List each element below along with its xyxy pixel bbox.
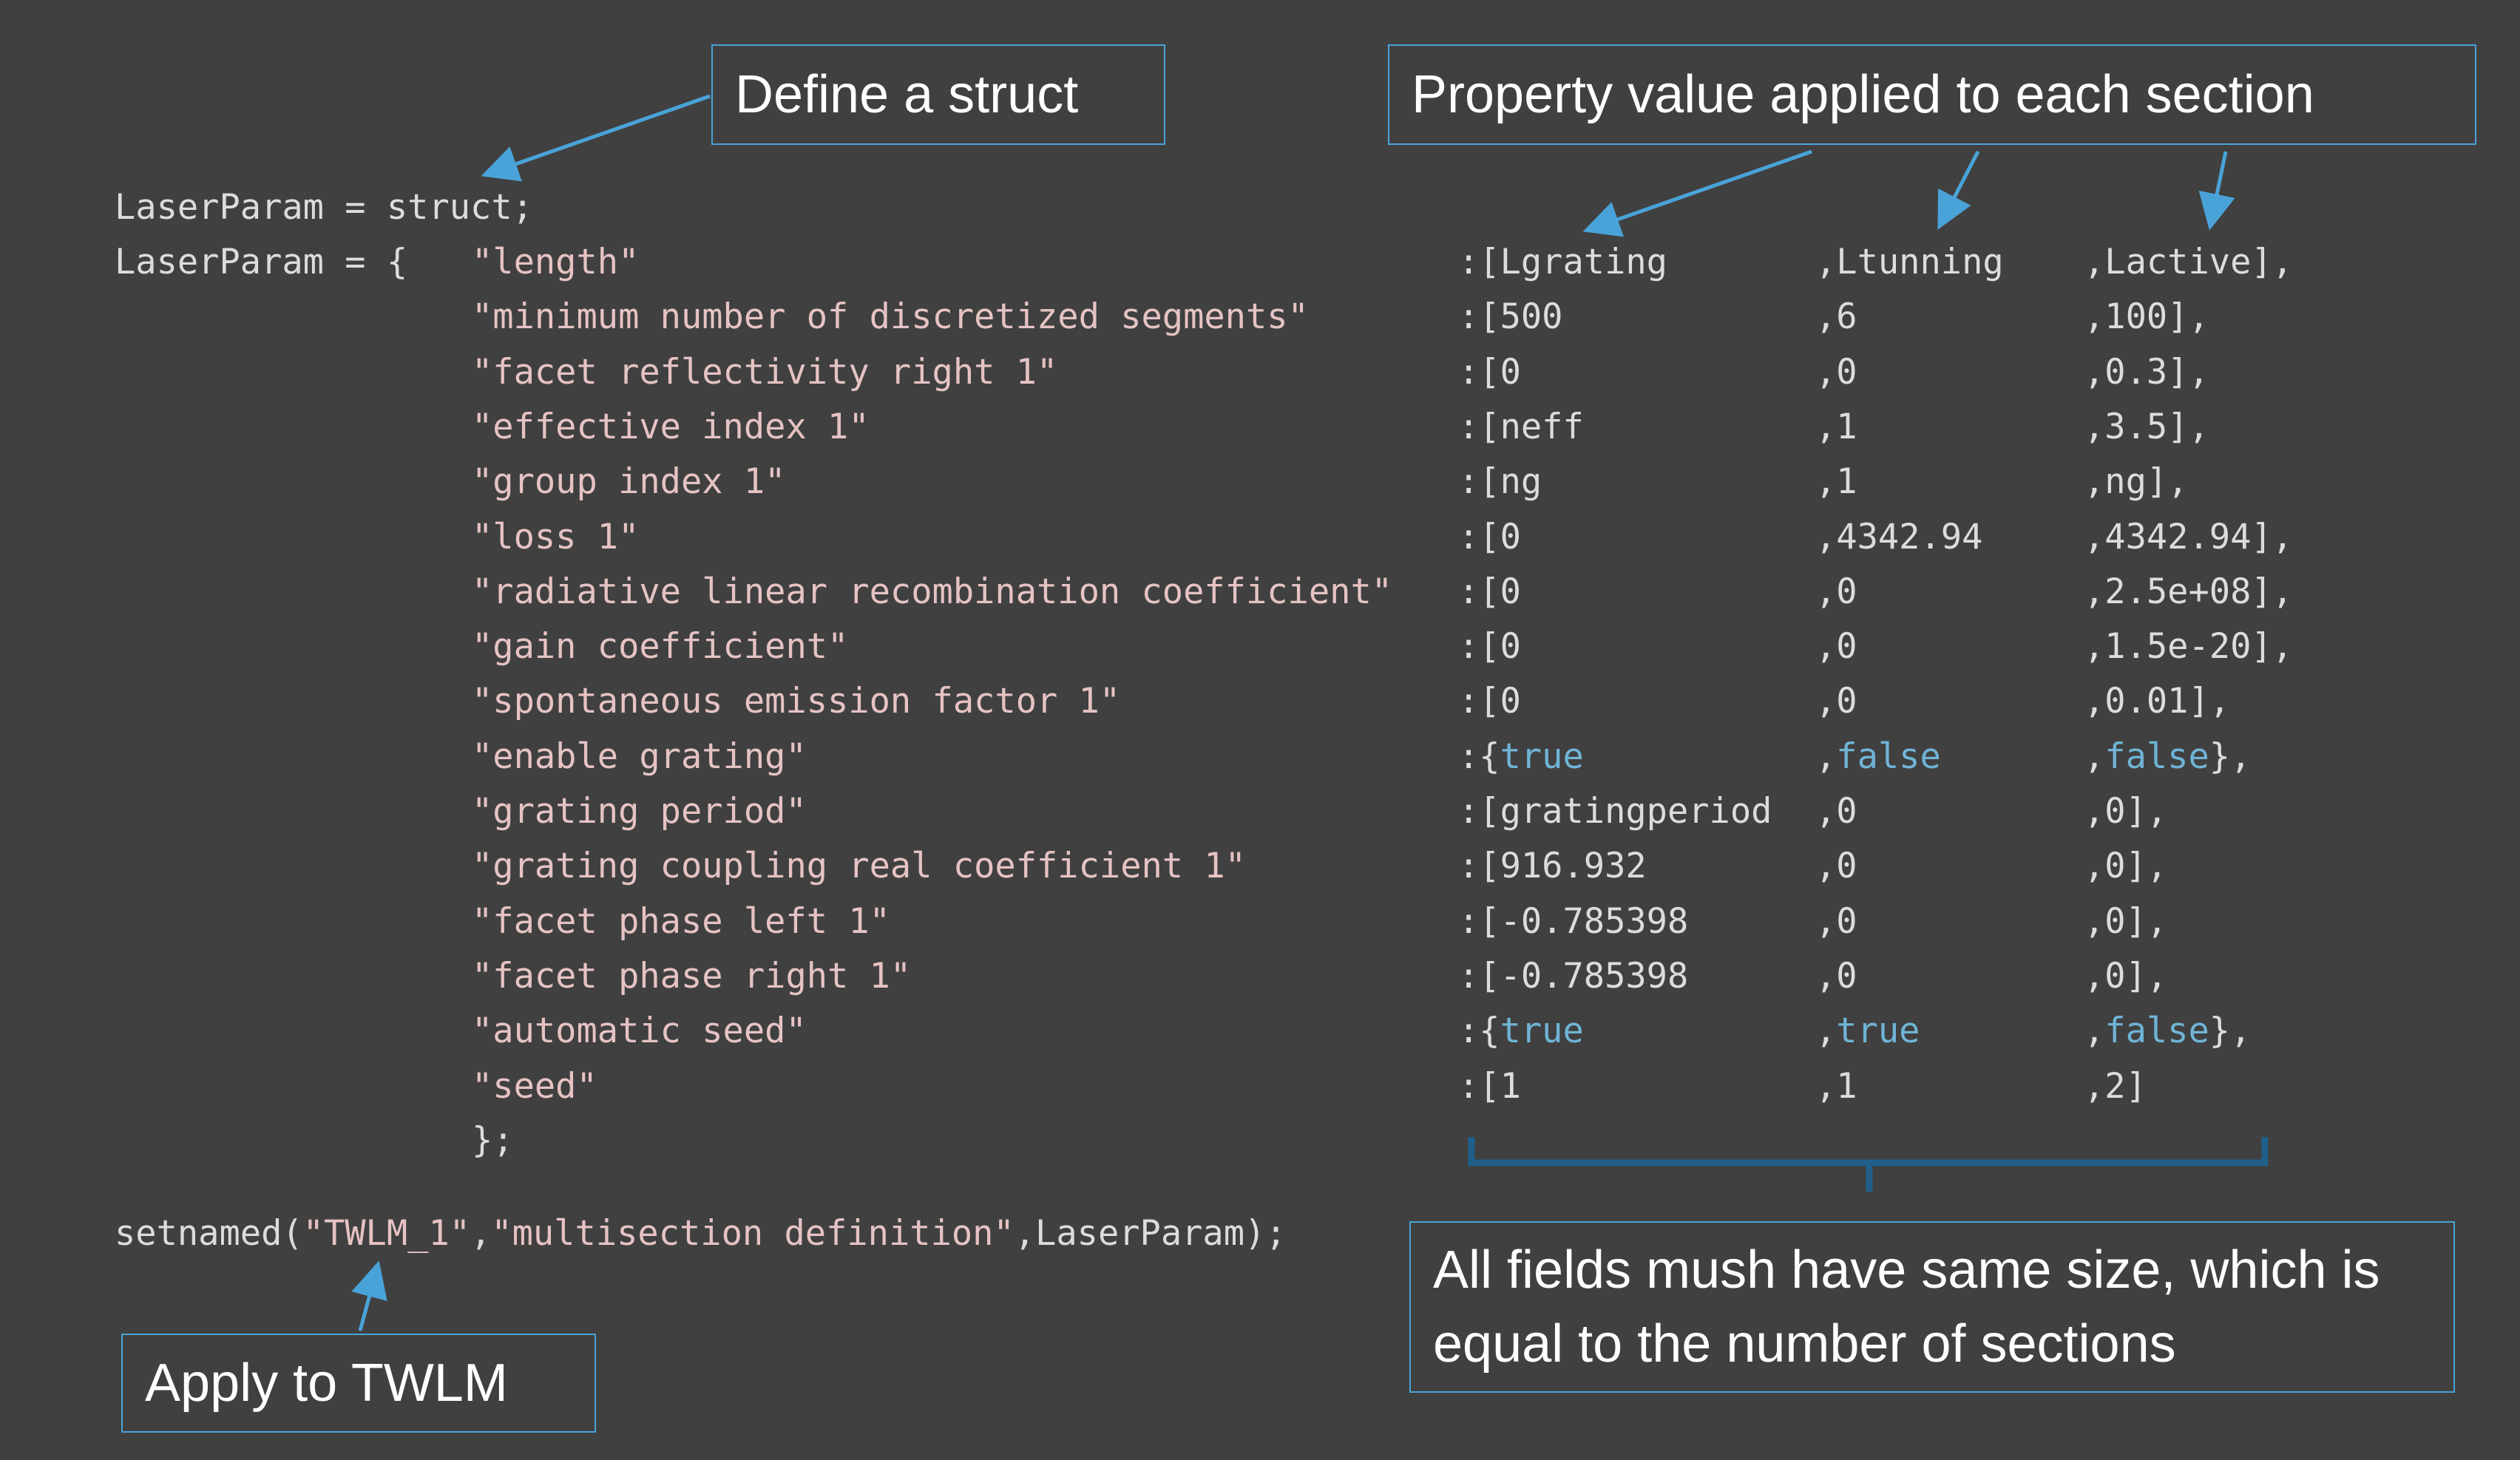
annotation-overlay: [351, 94, 2269, 1331]
section1-arrow: [1582, 149, 1812, 237]
apply-twlm-arrow: [351, 1260, 387, 1331]
section3-arrow: [2198, 151, 2235, 231]
define-struct-arrow: [481, 94, 711, 182]
section-brace: [1468, 1137, 2269, 1192]
section2-arrow: [1937, 150, 1980, 230]
